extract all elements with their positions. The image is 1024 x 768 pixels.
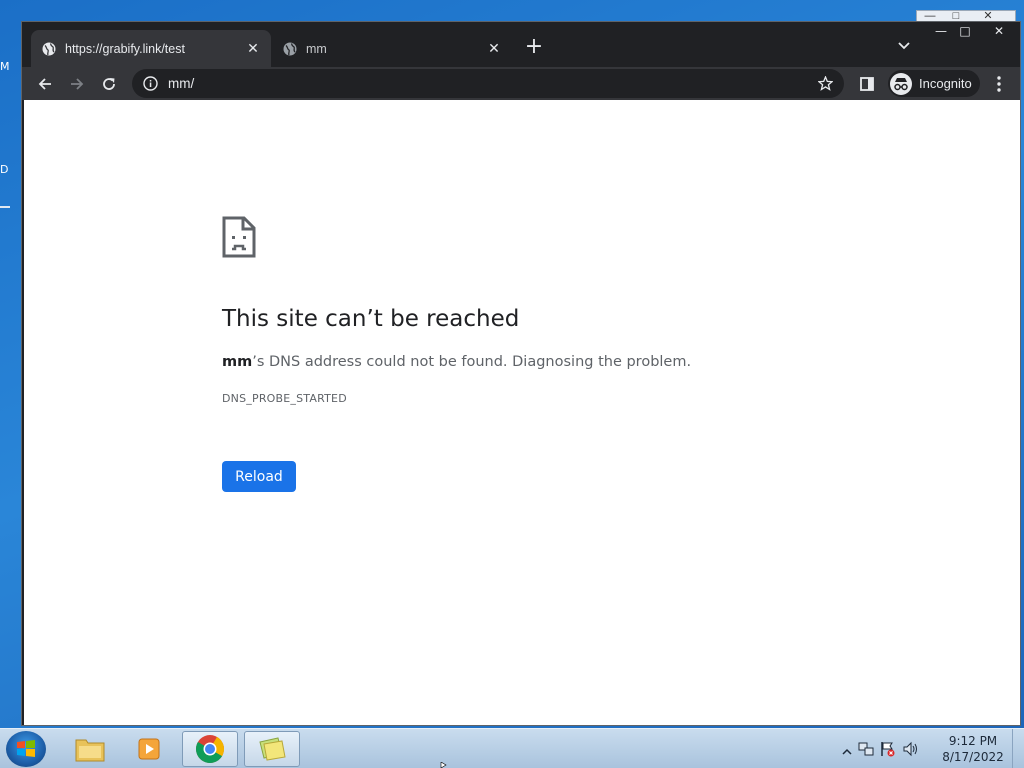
browser-window: https://grabify.link/test ✕ mm ✕ + — □ ✕ xyxy=(21,21,1021,726)
sad-document-icon xyxy=(222,216,258,258)
tab-mm[interactable]: mm ✕ xyxy=(272,30,512,67)
tab-title: https://grabify.link/test xyxy=(65,41,185,56)
address-bar[interactable]: mm/ xyxy=(132,69,844,98)
tab-grabify[interactable]: https://grabify.link/test ✕ xyxy=(31,30,271,67)
globe-icon xyxy=(41,41,57,57)
close-tab-icon[interactable]: ✕ xyxy=(245,41,261,57)
incognito-icon xyxy=(890,72,912,95)
page-content: This site can’t be reached mm’s DNS addr… xyxy=(24,100,1020,725)
folder-icon xyxy=(75,739,105,762)
incognito-label: Incognito xyxy=(919,76,972,91)
close-tab-icon[interactable]: ✕ xyxy=(486,41,502,57)
mouse-cursor-icon xyxy=(440,762,447,768)
chrome-icon xyxy=(196,735,224,763)
forward-button[interactable] xyxy=(64,71,90,97)
globe-icon xyxy=(282,41,298,57)
taskbar: 9:12 PM 8/17/2022 xyxy=(0,728,1024,768)
error-description: mm’s DNS address could not be found. Dia… xyxy=(222,354,691,370)
tab-strip: https://grabify.link/test ✕ mm ✕ + — □ ✕ xyxy=(22,22,1020,67)
back-button[interactable] xyxy=(32,71,58,97)
media-player-icon xyxy=(138,738,160,760)
sticky-notes-icon xyxy=(259,737,286,761)
taskbar-chrome[interactable] xyxy=(182,731,238,767)
system-tray xyxy=(842,741,918,762)
bookmark-star-icon[interactable] xyxy=(816,75,834,93)
start-button[interactable] xyxy=(6,731,46,767)
error-title: This site can’t be reached xyxy=(222,306,520,332)
incognito-profile-button[interactable]: Incognito xyxy=(888,70,980,97)
menu-kebab-icon[interactable] xyxy=(986,71,1012,97)
side-panel-icon[interactable] xyxy=(854,71,880,97)
desktop-icon-label-d: D xyxy=(0,163,9,176)
desktop-divider xyxy=(0,206,10,208)
network-icon[interactable] xyxy=(858,741,874,762)
tab-search-chevron-icon[interactable] xyxy=(894,36,914,56)
site-info-icon[interactable] xyxy=(142,76,158,92)
reload-button[interactable]: Reload xyxy=(222,461,296,492)
volume-icon[interactable] xyxy=(902,741,918,762)
taskbar-media-player[interactable] xyxy=(122,731,178,767)
reload-icon[interactable] xyxy=(96,71,122,97)
maximize-icon[interactable]: □ xyxy=(950,22,980,40)
new-tab-button[interactable]: + xyxy=(522,36,546,60)
clock-time: 9:12 PM xyxy=(948,734,998,748)
taskbar-clock[interactable]: 9:12 PM 8/17/2022 xyxy=(940,733,1006,765)
error-description-text: ’s DNS address could not be found. Diagn… xyxy=(252,354,692,370)
desktop-icon-label-m: M xyxy=(0,60,10,73)
show-hidden-icons-icon[interactable] xyxy=(842,743,852,761)
action-center-flag-icon[interactable] xyxy=(880,741,896,762)
error-code: DNS_PROBE_STARTED xyxy=(222,392,347,405)
browser-toolbar: mm/ Incognito xyxy=(22,67,1020,100)
error-host: mm xyxy=(222,354,253,370)
clock-date: 8/17/2022 xyxy=(942,750,1004,764)
show-desktop-button[interactable] xyxy=(1012,729,1024,768)
tab-title: mm xyxy=(306,41,327,56)
address-text: mm/ xyxy=(168,76,195,91)
taskbar-sticky-notes[interactable] xyxy=(244,731,300,767)
close-window-icon[interactable]: ✕ xyxy=(984,22,1014,40)
taskbar-file-explorer[interactable] xyxy=(62,731,118,767)
